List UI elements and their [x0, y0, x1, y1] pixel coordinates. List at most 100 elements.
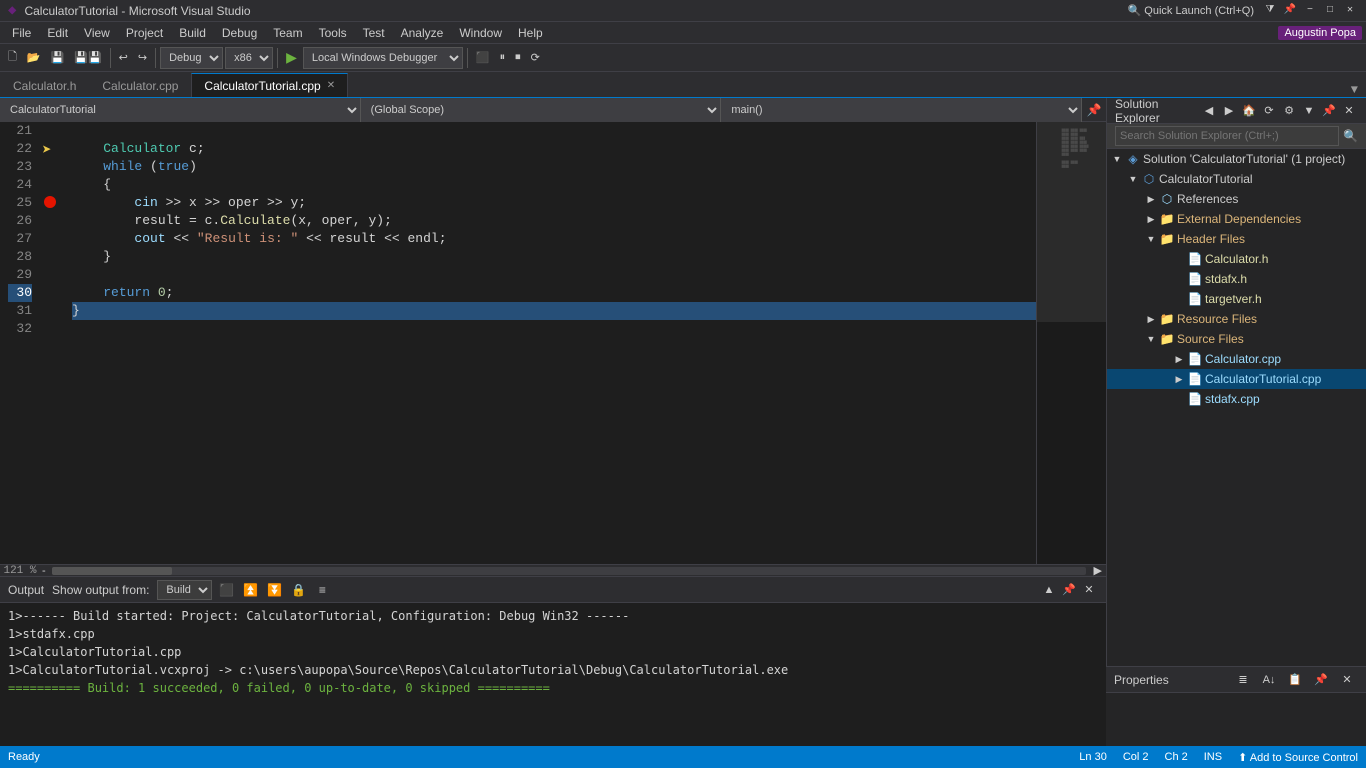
se-settings-btn[interactable]: ⚙ — [1280, 102, 1298, 120]
se-close-btn[interactable]: ✕ — [1340, 102, 1358, 120]
debug-config-dropdown[interactable]: Debug — [160, 47, 223, 69]
menu-project[interactable]: Project — [118, 24, 171, 42]
solution-icon: ◈ — [1125, 151, 1141, 167]
tab-overflow-btn[interactable]: ▼ — [1343, 83, 1366, 97]
code-area[interactable]: 21 22 23 24 25 26 27 28 29 30 31 32 — [0, 122, 1036, 564]
se-search-input[interactable] — [1115, 126, 1339, 146]
nav-function-dropdown[interactable]: main() — [721, 98, 1082, 122]
tree-solution[interactable]: ▼ ◈ Solution 'CalculatorTutorial' (1 pro… — [1107, 149, 1366, 169]
output-clear-btn[interactable]: ⬛ — [216, 580, 236, 600]
props-alphabetical-btn[interactable]: A↓ — [1258, 669, 1280, 691]
toolbar-btn-5[interactable]: ⬛ — [472, 47, 494, 69]
code-lines[interactable]: Calculator c; while (true) { cin >> x >>… — [64, 122, 1036, 564]
resource-files-icon: 📁 — [1159, 311, 1175, 327]
menu-view[interactable]: View — [76, 24, 118, 42]
h-scroll-track[interactable] — [52, 567, 1086, 575]
menu-file[interactable]: File — [4, 24, 39, 42]
output-btn-3[interactable]: ⏬ — [264, 580, 284, 600]
se-home-btn[interactable]: 🏠 — [1240, 102, 1258, 120]
tree-source-files[interactable]: ▼ 📁 Source Files — [1107, 329, 1366, 349]
properties-panel: Properties ≣ A↓ 📋 📌 ✕ — [1106, 666, 1366, 746]
nav-pin-btn[interactable]: 📌 — [1082, 98, 1106, 122]
save-btn[interactable]: 💾 — [47, 47, 69, 69]
menu-team[interactable]: Team — [265, 24, 310, 42]
tree-arrow-headers: ▼ — [1143, 234, 1159, 244]
se-toolbar: ◀ ▶ 🏠 ⟳ ⚙ ▼ 📌 ✕ — [1200, 102, 1358, 120]
platform-dropdown[interactable]: x86 — [225, 47, 273, 69]
user-badge[interactable]: Augustin Popa — [1278, 26, 1362, 40]
tree-file-targetver-h[interactable]: 📄 targetver.h — [1107, 289, 1366, 309]
tree-project[interactable]: ▼ ⬡ CalculatorTutorial — [1107, 169, 1366, 189]
props-pages-btn[interactable]: 📋 — [1284, 669, 1306, 691]
output-controls: Output Show output from: Build ⬛ ⏫ ⏬ 🔒 ≡ — [8, 580, 332, 600]
menu-edit[interactable]: Edit — [39, 24, 76, 42]
props-pin-btn[interactable]: 📌 — [1310, 669, 1332, 691]
menu-help[interactable]: Help — [510, 24, 551, 42]
references-label: References — [1177, 192, 1238, 206]
output-collapse-btn[interactable]: ▲ — [1040, 581, 1058, 599]
tab-calculator-cpp[interactable]: Calculator.cpp — [89, 73, 191, 97]
nav-global-scope-dropdown[interactable]: (Global Scope) — [361, 98, 722, 122]
redo-btn[interactable]: ↪ — [134, 47, 151, 69]
tree-file-stdafx-cpp[interactable]: 📄 stdafx.cpp — [1107, 389, 1366, 409]
tree-file-calculator-h[interactable]: 📄 Calculator.h — [1107, 249, 1366, 269]
start-debug-btn[interactable]: ▶ — [282, 49, 301, 66]
new-project-btn[interactable]: 🗋 — [4, 47, 21, 69]
tree-arrow-solution: ▼ — [1109, 154, 1125, 164]
output-source-select[interactable]: Build — [157, 580, 212, 600]
tab-calculator-h[interactable]: Calculator.h — [0, 73, 89, 97]
props-close-btn[interactable]: ✕ — [1336, 669, 1358, 691]
se-back-btn[interactable]: ◀ — [1200, 102, 1218, 120]
menu-build[interactable]: Build — [171, 24, 214, 42]
menu-test[interactable]: Test — [355, 24, 393, 42]
tree-file-stdafx-h[interactable]: 📄 stdafx.h — [1107, 269, 1366, 289]
close-button[interactable]: ✕ — [1342, 3, 1358, 19]
tree-references[interactable]: ▶ ⬡ References — [1107, 189, 1366, 209]
output-content[interactable]: 1>------ Build started: Project: Calcula… — [0, 603, 1106, 746]
tree-arrow-ct-cpp: ▶ — [1171, 374, 1187, 385]
undo-btn[interactable]: ↩ — [115, 47, 132, 69]
tree-external-deps[interactable]: ▶ 📁 External Dependencies — [1107, 209, 1366, 229]
tree-file-calculator-cpp[interactable]: ▶ 📄 Calculator.cpp — [1107, 349, 1366, 369]
output-btn-5[interactable]: ≡ — [312, 580, 332, 600]
toolbar-btn-7[interactable]: ⏹ — [511, 47, 525, 69]
nav-scope-dropdown[interactable]: CalculatorTutorial — [0, 98, 361, 122]
props-categorized-btn[interactable]: ≣ — [1232, 669, 1254, 691]
toolbar-btn-6[interactable]: ⏸ — [496, 47, 510, 69]
menu-tools[interactable]: Tools — [311, 24, 355, 42]
output-btn-4[interactable]: 🔒 — [288, 580, 308, 600]
tree-header-files[interactable]: ▼ 📁 Header Files — [1107, 229, 1366, 249]
output-pin-btn[interactable]: 📌 — [1060, 581, 1078, 599]
toolbar-btn-8[interactable]: ⟳ — [527, 47, 544, 69]
open-btn[interactable]: 📂 — [23, 47, 45, 69]
save-all-btn[interactable]: 💾💾 — [70, 47, 105, 69]
pin-icon[interactable]: 📌 — [1282, 3, 1298, 19]
maximize-button[interactable]: □ — [1322, 3, 1338, 19]
h-scroll-area[interactable]: 121 % - ▶ — [0, 564, 1106, 576]
minimize-button[interactable]: − — [1302, 3, 1318, 19]
tree-file-calculatortutorial-cpp[interactable]: ▶ 📄 CalculatorTutorial.cpp — [1107, 369, 1366, 389]
status-source-control[interactable]: ⬆ Add to Source Control — [1238, 751, 1358, 764]
title-bar: ◆ CalculatorTutorial - Microsoft Visual … — [0, 0, 1366, 22]
tab-close-btn[interactable]: ✕ — [327, 80, 335, 91]
tree-resource-files[interactable]: ▶ 📁 Resource Files — [1107, 309, 1366, 329]
status-line: Ln 30 — [1079, 751, 1107, 763]
header-files-icon: 📁 — [1159, 231, 1175, 247]
se-sync-btn[interactable]: ⟳ — [1260, 102, 1278, 120]
right-panels: Solution Explorer ◀ ▶ 🏠 ⟳ ⚙ ▼ 📌 ✕ 🔍 — [1106, 98, 1366, 746]
output-line-1: 1>------ Build started: Project: Calcula… — [8, 607, 1098, 625]
output-close-btn[interactable]: ✕ — [1080, 581, 1098, 599]
zoom-level[interactable]: 121 % — [0, 565, 40, 577]
h-scroll-thumb[interactable] — [52, 567, 172, 575]
filter-icon[interactable]: ⧩ — [1262, 3, 1278, 19]
tab-calculatortutorial-cpp[interactable]: CalculatorTutorial.cpp ✕ — [191, 73, 348, 97]
menu-debug[interactable]: Debug — [214, 24, 265, 42]
properties-header: Properties ≣ A↓ 📋 📌 ✕ — [1106, 667, 1366, 693]
output-btn-2[interactable]: ⏫ — [240, 580, 260, 600]
se-pin-btn[interactable]: 📌 — [1320, 102, 1338, 120]
se-forward-btn[interactable]: ▶ — [1220, 102, 1238, 120]
se-filter-btn[interactable]: ▼ — [1300, 102, 1318, 120]
menu-analyze[interactable]: Analyze — [393, 24, 452, 42]
debug-target-dropdown[interactable]: Local Windows Debugger — [303, 47, 463, 69]
menu-window[interactable]: Window — [451, 24, 510, 42]
